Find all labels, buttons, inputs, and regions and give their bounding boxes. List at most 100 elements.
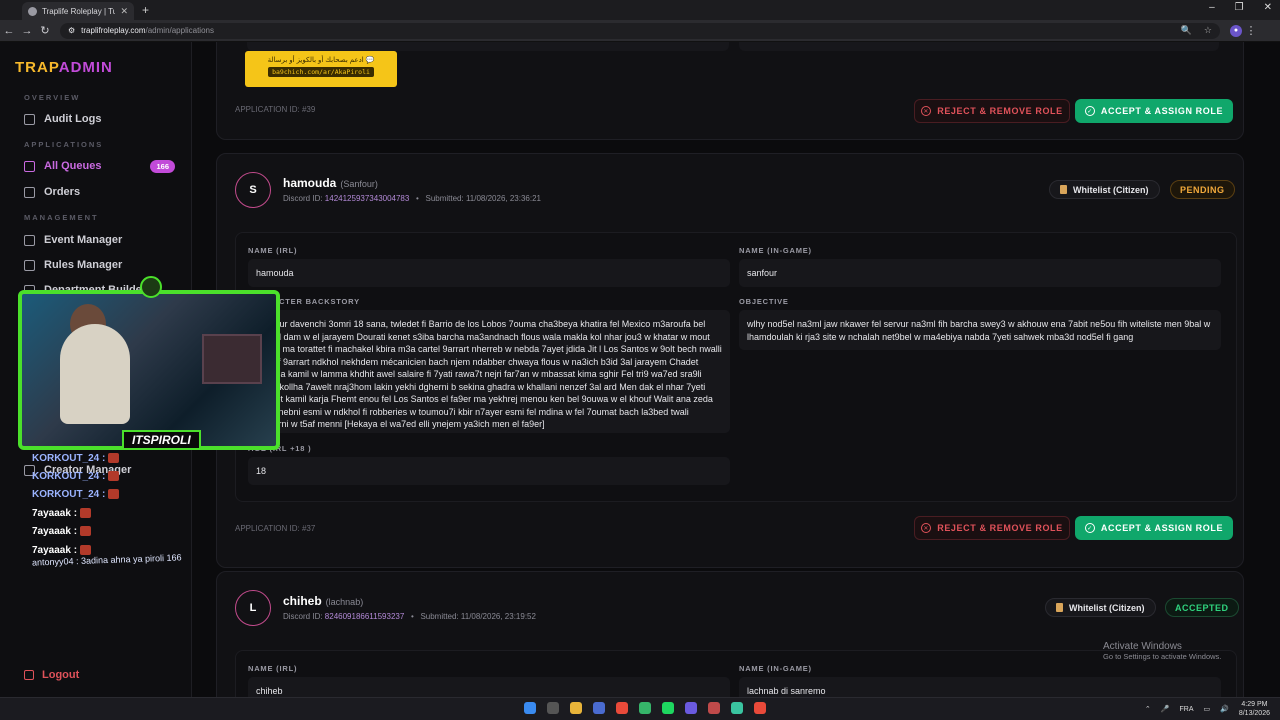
clock[interactable]: 4:29 PM 8/13/2026 — [1239, 700, 1270, 718]
applicant-name: chiheb (lachnab) — [283, 594, 364, 608]
window-controls: – ❐ ✕ — [1209, 2, 1272, 13]
streamer-body — [60, 324, 130, 424]
reject-icon: ✕ — [921, 106, 932, 116]
forward-icon[interactable]: → — [18, 25, 36, 37]
chrome-icon[interactable] — [616, 702, 628, 714]
check-icon: ✓ — [1084, 106, 1095, 116]
streamer-name: ITSPIROLI — [122, 430, 201, 450]
mic-icon[interactable]: 🎤 — [1161, 705, 1170, 713]
cart-icon — [24, 186, 35, 198]
streamer-mask-icon — [140, 276, 162, 298]
discord-id[interactable]: 1424125937343004783 — [325, 194, 410, 203]
reload-icon[interactable]: ↻ — [36, 24, 54, 37]
application-details: NAME (IRL) hamouda NAME (IN-GAME) sanfou… — [235, 232, 1237, 502]
sidebar-item-rules-manager[interactable]: Rules Manager — [24, 255, 179, 275]
application-card-39: ادعم بصحابك أو بالكويز أو برسالة 💬 ba9ch… — [216, 42, 1244, 140]
bookmark-star-icon[interactable]: ☆ — [1204, 25, 1212, 36]
objective-field: wlhy nod5el na3ml jaw nkawer fel servur … — [739, 310, 1221, 350]
url-host: traplifroleplay.com — [81, 26, 146, 35]
webcam-overlay: ITSPIROLI — [18, 276, 280, 450]
reject-remove-role-button[interactable]: ✕ REJECT & REMOVE ROLE — [914, 99, 1070, 123]
status-badge: PENDING — [1170, 180, 1235, 199]
maximize-icon[interactable]: ❐ — [1235, 2, 1244, 13]
media-icon[interactable] — [731, 702, 743, 714]
document-icon — [24, 160, 35, 172]
background-monitor — [202, 334, 262, 384]
browser-menu-icon[interactable]: ⋮ — [1242, 24, 1260, 37]
minimize-icon[interactable]: – — [1209, 2, 1215, 13]
language-indicator[interactable]: FRA — [1180, 706, 1194, 713]
reject-remove-role-button[interactable]: ✕ REJECT & REMOVE ROLE — [914, 516, 1070, 540]
sidebar-item-event-manager[interactable]: Event Manager — [24, 230, 179, 250]
application-card-chiheb: L chiheb (lachnab) Discord ID: 8246091866… — [216, 571, 1244, 697]
scroll-icon — [1060, 185, 1067, 194]
sidebar-item-audit-logs[interactable]: Audit Logs — [24, 109, 179, 129]
applicant-meta: Discord ID: 824609186611593237 • Submitt… — [283, 612, 536, 621]
queue-count-badge: 166 — [150, 159, 175, 173]
logout-button[interactable]: Logout — [24, 669, 79, 681]
reject-icon: ✕ — [921, 523, 932, 533]
search-icon[interactable] — [547, 702, 559, 714]
sidebar-item-orders[interactable]: Orders — [24, 182, 179, 202]
site-favicon-icon — [28, 6, 37, 16]
name-irl-field: hamouda — [248, 259, 730, 287]
avatar: L — [235, 590, 271, 626]
brand-logo[interactable]: TRAPADMIN — [15, 59, 113, 76]
logout-icon — [24, 670, 34, 680]
sidebar-item-all-queues[interactable]: All Queues 166 — [18, 154, 179, 176]
browser-tab[interactable]: Traplife Roleplay | Tunisian GTA ✕ — [22, 2, 134, 20]
zoom-icon[interactable]: 🔍 — [1181, 25, 1192, 36]
section-management: MANAGEMENT — [24, 213, 99, 222]
scroll-icon — [1056, 603, 1063, 612]
emote-icon — [108, 489, 120, 500]
main-content: ادعم بصحابك أو بالكويز أو برسالة 💬 ba9ch… — [192, 42, 1272, 697]
system-tray: ⌃ 🎤 FRA ▭ 🔊 4:29 PM 8/13/2026 — [1145, 700, 1270, 718]
name-irl-label: NAME (IRL) — [248, 246, 298, 255]
new-tab-icon[interactable]: + — [142, 3, 149, 17]
activate-windows-watermark: Activate Windows Go to Settings to activ… — [1103, 641, 1222, 661]
section-applications: APPLICATIONS — [24, 140, 104, 149]
volume-icon[interactable]: 🔊 — [1220, 705, 1229, 713]
section-overview: OVERVIEW — [24, 93, 81, 102]
chat-message: KORKOUT_24 : — [32, 471, 120, 482]
discord-id[interactable]: 824609186611593237 — [325, 612, 405, 621]
spotify-icon[interactable] — [662, 702, 674, 714]
url-path: /admin/applications — [145, 26, 214, 35]
tab-title: Traplife Roleplay | Tunisian GTA — [42, 6, 116, 16]
application-id: APPLICATION ID: #37 — [235, 524, 316, 533]
backstory-field: Sanfour davenchi 3omri 18 sana, twledet … — [248, 310, 730, 433]
site-info-icon[interactable]: ⚙ — [68, 26, 75, 35]
whitelist-tag: Whitelist (Citizen) — [1045, 598, 1156, 617]
close-tab-icon[interactable]: ✕ — [120, 6, 128, 17]
emote-icon — [108, 471, 120, 482]
file-explorer-icon[interactable] — [570, 702, 582, 714]
network-icon[interactable]: ▭ — [1204, 705, 1211, 713]
close-window-icon[interactable]: ✕ — [1264, 2, 1272, 13]
history-icon — [24, 113, 35, 125]
profile-avatar-icon[interactable]: ● — [1230, 24, 1242, 37]
back-icon[interactable]: ← — [0, 25, 18, 37]
donation-banner[interactable]: ادعم بصحابك أو بالكويز أو برسالة 💬 ba9ch… — [245, 51, 397, 87]
donation-link[interactable]: ba9chich.com/ar/AkaPiroli — [268, 67, 374, 77]
accept-assign-role-button[interactable]: ✓ ACCEPT & ASSIGN ROLE — [1075, 99, 1233, 123]
store-icon[interactable] — [593, 702, 605, 714]
windows-start-icon[interactable] — [524, 702, 536, 714]
top-field-right — [739, 42, 1219, 51]
chrome-active-icon[interactable] — [754, 702, 766, 714]
obs-icon[interactable] — [708, 702, 720, 714]
app-icon[interactable] — [639, 702, 651, 714]
emote-icon — [80, 508, 92, 519]
status-badge: ACCEPTED — [1165, 598, 1239, 617]
url-field[interactable]: ⚙ traplifroleplay.com /admin/application… — [60, 22, 1220, 39]
name-ingame-label: NAME (IN-GAME) — [739, 246, 812, 255]
emote-icon — [80, 526, 92, 537]
tray-expand-icon[interactable]: ⌃ — [1145, 705, 1151, 713]
top-field-left — [247, 42, 729, 51]
discord-icon[interactable] — [685, 702, 697, 714]
chat-message: 7ayaaak : — [32, 526, 92, 537]
accept-assign-role-button[interactable]: ✓ ACCEPT & ASSIGN ROLE — [1075, 516, 1233, 540]
name-irl-label: NAME (IRL) — [248, 664, 298, 673]
application-details: NAME (IRL) chiheb NAME (IN-GAME) lachnab… — [235, 650, 1237, 697]
scale-icon — [24, 259, 35, 271]
browser-tabbar: Traplife Roleplay | Tunisian GTA ✕ + – ❐… — [0, 0, 1280, 20]
